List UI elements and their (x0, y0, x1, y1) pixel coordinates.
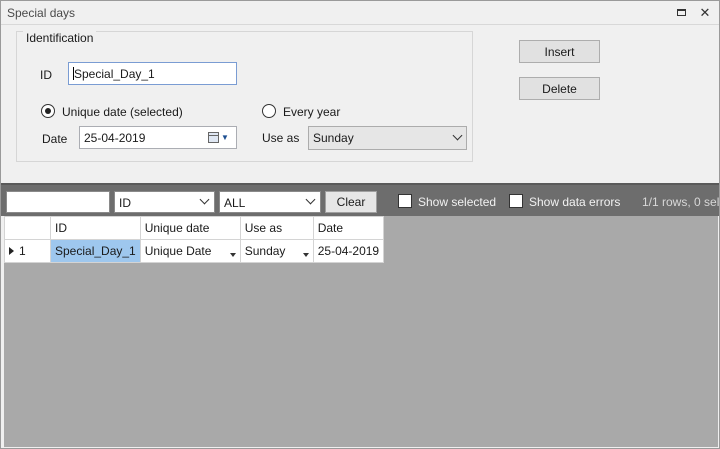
calendar-icon[interactable] (208, 132, 219, 143)
every-year-label: Every year (283, 105, 341, 119)
cell-unique-date-value: Unique Date (144, 244, 212, 258)
data-grid: ID Unique date Use as Date 1 Special_Day… (4, 216, 718, 447)
column-header-date[interactable]: Date (312, 216, 385, 240)
filter-bar: ID ALL Clear Show selected Show data err… (1, 183, 719, 216)
filter-search-input[interactable] (6, 191, 110, 213)
cell-id[interactable]: Special_Day_1 (50, 239, 141, 263)
cell-use-as-value: Sunday (244, 244, 286, 258)
filter-scope-select[interactable]: ALL (219, 191, 321, 213)
show-data-errors-checkbox[interactable] (509, 194, 523, 208)
row-pointer-icon (9, 247, 14, 255)
chevron-down-icon[interactable] (229, 253, 236, 257)
use-as-value: Sunday (313, 131, 354, 145)
date-label: Date (42, 132, 68, 146)
window-title: Special days (7, 6, 76, 20)
unique-date-radio[interactable] (41, 104, 55, 118)
cell-unique-date[interactable]: Unique Date (139, 239, 241, 263)
row-header-corner (4, 216, 51, 240)
close-icon[interactable]: ✕ (696, 4, 714, 20)
filter-column-select[interactable]: ID (114, 191, 215, 213)
clear-button[interactable]: Clear (325, 191, 377, 213)
show-selected-label: Show selected (418, 195, 497, 209)
id-input-value: Special_Day_1 (74, 67, 155, 81)
delete-button[interactable]: Delete (519, 77, 600, 100)
chevron-down-icon[interactable] (302, 253, 309, 257)
special-days-table: ID Unique date Use as Date 1 Special_Day… (4, 216, 385, 263)
every-year-radio[interactable] (262, 104, 276, 118)
table-header-row: ID Unique date Use as Date (4, 216, 385, 240)
row-count: 1/1 rows, 0 sel (642, 195, 720, 209)
id-label: ID (40, 68, 52, 82)
title-bar: Special days ✕ (1, 1, 719, 25)
chevron-down-icon (305, 194, 316, 205)
row-header[interactable]: 1 (4, 239, 51, 263)
chevron-down-icon (199, 194, 210, 205)
use-as-label: Use as (262, 131, 300, 145)
column-header-unique-date[interactable]: Unique date (139, 216, 241, 240)
insert-button[interactable]: Insert (519, 40, 600, 63)
show-data-errors-label: Show data errors (529, 195, 621, 209)
special-days-window: Special days ✕ Identification ID Special… (0, 0, 720, 449)
chevron-down-icon[interactable]: ▼ (221, 133, 229, 142)
filter-column-value: ID (119, 196, 131, 210)
table-row[interactable]: 1 Special_Day_1 Unique Date Sunday 25-04… (4, 239, 385, 263)
show-selected-checkbox[interactable] (398, 194, 412, 208)
restore-icon[interactable] (672, 4, 690, 20)
row-number: 1 (19, 244, 26, 258)
date-value: 25-04-2019 (84, 131, 146, 145)
date-picker[interactable]: 25-04-2019 ▼ (79, 126, 237, 149)
filter-scope-value: ALL (224, 196, 246, 210)
column-header-use-as[interactable]: Use as (239, 216, 314, 240)
identification-legend: Identification (23, 31, 97, 45)
use-as-select[interactable]: Sunday (308, 126, 467, 150)
unique-date-label: Unique date (selected) (62, 105, 183, 119)
cell-use-as[interactable]: Sunday (239, 239, 314, 263)
chevron-down-icon (452, 130, 463, 141)
column-header-id[interactable]: ID (50, 216, 141, 240)
cell-date[interactable]: 25-04-2019 (312, 239, 385, 263)
id-input[interactable]: Special_Day_1 (68, 62, 237, 85)
